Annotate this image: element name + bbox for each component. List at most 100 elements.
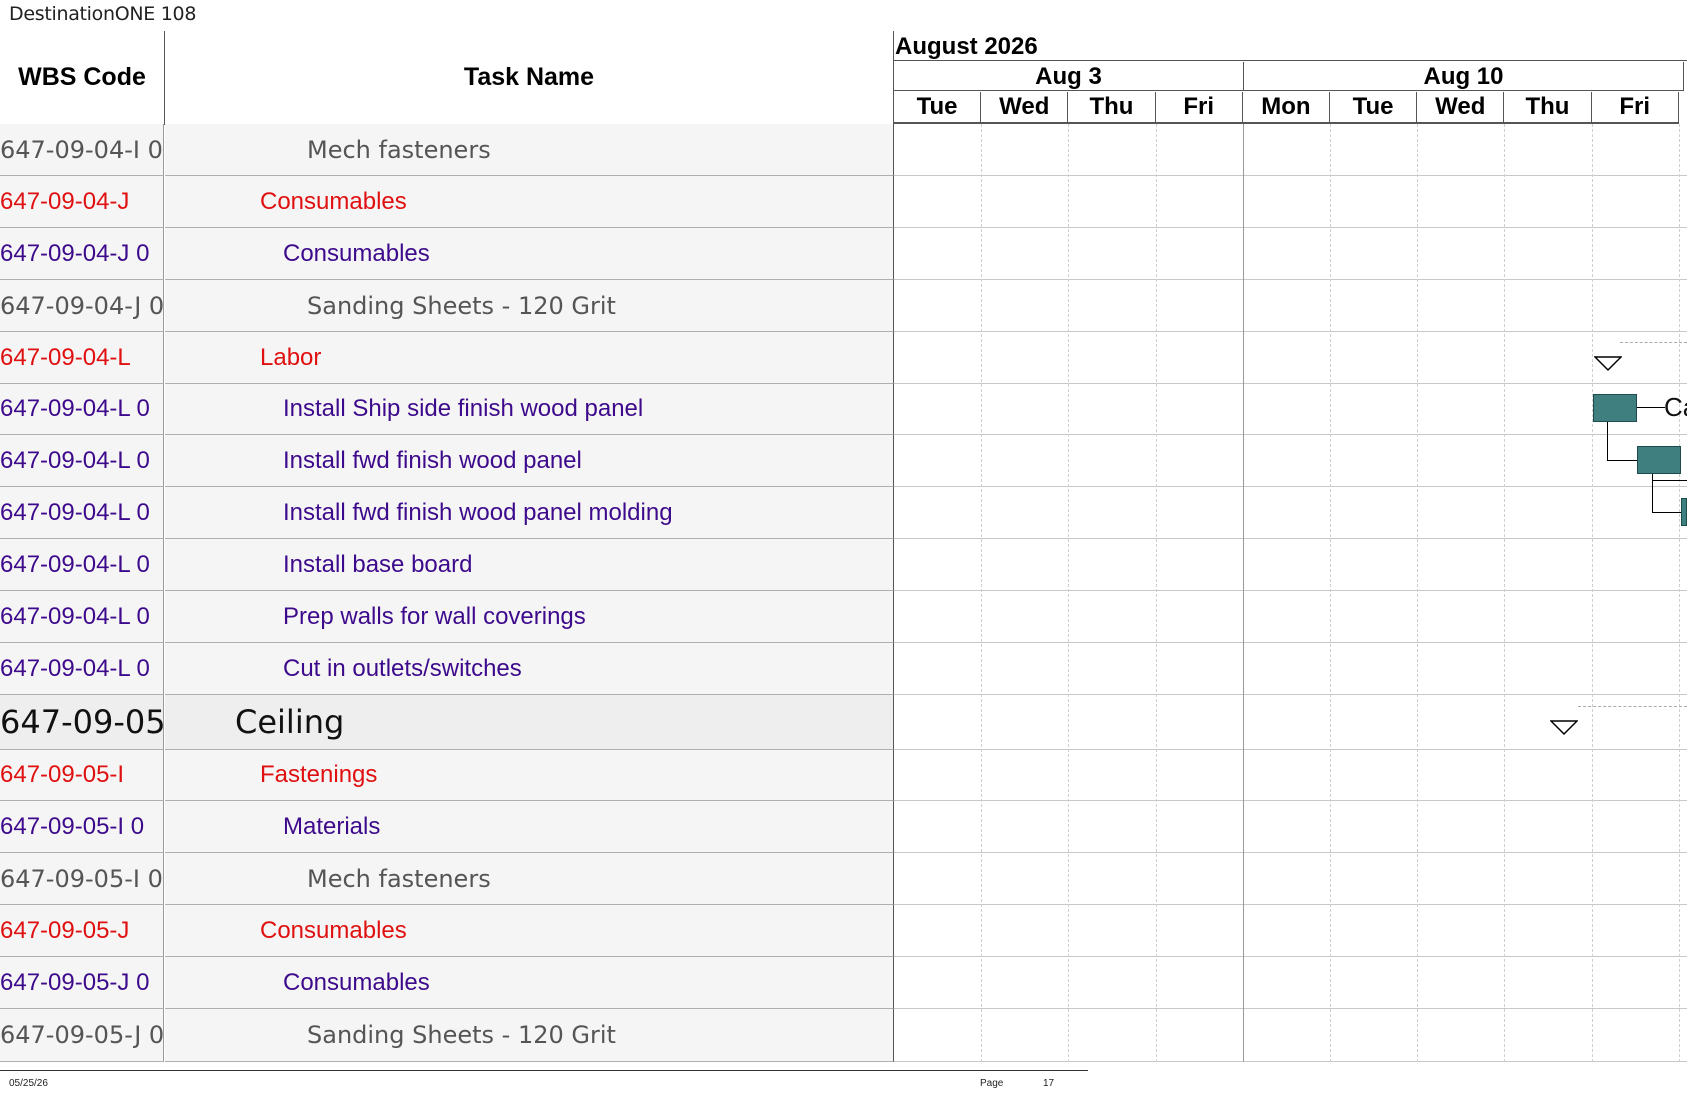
table-row[interactable]: 647-09-04-L 0 Install base board bbox=[0, 539, 1687, 591]
timescale-day-1: Tue bbox=[894, 92, 982, 124]
table-row[interactable]: 647-09-05 Ceiling bbox=[0, 695, 1687, 750]
task-bar[interactable] bbox=[1637, 446, 1681, 474]
task-name-cell[interactable]: Sanding Sheets - 120 Grit bbox=[165, 280, 894, 332]
gantt-row-area[interactable] bbox=[894, 591, 1687, 643]
table-row[interactable]: 647-09-05-J Consumables bbox=[0, 905, 1687, 957]
gantt-row-area[interactable] bbox=[894, 176, 1687, 228]
task-name-cell[interactable]: Labor bbox=[165, 332, 894, 384]
gantt-row-area[interactable] bbox=[894, 1009, 1687, 1062]
task-name-cell[interactable]: Install fwd finish wood panel bbox=[165, 435, 894, 487]
wbs-code-cell[interactable]: 647-09-05-I 01 bbox=[0, 853, 164, 905]
task-name-cell[interactable]: Install Ship side finish wood panel bbox=[165, 384, 894, 435]
column-header-task-label: Task Name bbox=[463, 63, 595, 91]
task-name-cell[interactable]: Consumables bbox=[165, 905, 894, 957]
gantt-row-area[interactable] bbox=[894, 905, 1687, 957]
gantt-row-area[interactable] bbox=[894, 435, 1687, 487]
document-title: DestinationONE 108 bbox=[9, 3, 197, 25]
footer-page-number: 17 bbox=[1043, 1078, 1055, 1089]
task-name-cell[interactable]: Consumables bbox=[165, 176, 894, 228]
wbs-code-cell[interactable]: 647-09-04-L 0 bbox=[0, 487, 164, 539]
table-row[interactable]: 647-09-04-L 0 Install fwd finish wood pan… bbox=[0, 435, 1687, 487]
grid-line bbox=[1417, 124, 1419, 1062]
task-name-cell[interactable]: Cut in outlets/switches bbox=[165, 643, 894, 695]
wbs-code-cell[interactable]: 647-09-05-I 0 bbox=[0, 801, 164, 853]
summary-marker-icon[interactable] bbox=[1550, 720, 1578, 736]
gantt-row-area[interactable] bbox=[894, 332, 1687, 384]
wbs-code-cell[interactable]: 647-09-04-L 0 bbox=[0, 539, 164, 591]
table-row[interactable]: 647-09-04-L 0 Prep walls for wall coverin… bbox=[0, 591, 1687, 643]
table-row[interactable]: 647-09-04-L 0 Install Ship side finish wo… bbox=[0, 384, 1687, 435]
gantt-row-area[interactable] bbox=[894, 643, 1687, 695]
task-bar-label: Ca bbox=[1664, 392, 1687, 422]
table-row[interactable]: 647-09-04-L Labor bbox=[0, 332, 1687, 384]
column-header-wbs[interactable]: WBS Code bbox=[0, 31, 165, 125]
timescale-day-3: Thu bbox=[1068, 92, 1156, 124]
column-header-wbs-label: WBS Code bbox=[18, 63, 146, 91]
wbs-code-cell[interactable]: 647-09-04-I 01 bbox=[0, 124, 164, 176]
task-name-cell[interactable]: Mech fasteners bbox=[165, 124, 894, 176]
gantt-row-area[interactable] bbox=[894, 539, 1687, 591]
wbs-code-cell[interactable]: 647-09-05 bbox=[0, 695, 164, 750]
wbs-code-cell[interactable]: 647-09-05-I bbox=[0, 750, 164, 801]
wbs-code-cell[interactable]: 647-09-04-L bbox=[0, 332, 164, 384]
footer-page-label: Page bbox=[980, 1078, 1004, 1089]
wbs-code-cell[interactable]: 647-09-05-J bbox=[0, 905, 164, 957]
wbs-code-cell[interactable]: 647-09-04-L 0 bbox=[0, 384, 164, 435]
task-name-cell[interactable]: Mech fasteners bbox=[165, 853, 894, 905]
wbs-code-cell[interactable]: 647-09-04-L 0 bbox=[0, 591, 164, 643]
table-row[interactable]: 647-09-04-J 0 Consumables bbox=[0, 228, 1687, 280]
gantt-row-area[interactable] bbox=[894, 124, 1687, 176]
link-line bbox=[1607, 422, 1638, 461]
table-row[interactable]: 647-09-05-I 0 Materials bbox=[0, 801, 1687, 853]
wbs-code-cell[interactable]: 647-09-04-L 0 bbox=[0, 435, 164, 487]
timescale-day-7: Wed bbox=[1417, 92, 1505, 124]
wbs-code-cell[interactable]: 647-09-04-J 01 bbox=[0, 280, 164, 332]
wbs-code-cell[interactable]: 647-09-04-J 0 bbox=[0, 228, 164, 280]
gantt-row-area[interactable] bbox=[894, 280, 1687, 332]
task-name-cell[interactable]: Sanding Sheets - 120 Grit bbox=[165, 1009, 894, 1062]
grid-line bbox=[1504, 124, 1506, 1062]
grid-line bbox=[1591, 124, 1593, 1062]
gantt-row-area[interactable] bbox=[894, 853, 1687, 905]
task-name-cell[interactable]: Install fwd finish wood panel molding bbox=[165, 487, 894, 539]
wbs-code-cell[interactable]: 647-09-05-J 0 bbox=[0, 957, 164, 1009]
gantt-row-area[interactable] bbox=[894, 228, 1687, 280]
gantt-row-area[interactable] bbox=[894, 384, 1687, 435]
table-row[interactable]: 647-09-05-I 01 Mech fasteners bbox=[0, 853, 1687, 905]
task-bar[interactable] bbox=[1593, 394, 1637, 422]
task-name-cell[interactable]: Materials bbox=[165, 801, 894, 853]
table-row[interactable]: 647-09-04-J Consumables bbox=[0, 176, 1687, 228]
table-row[interactable]: 647-09-05-I Fastenings bbox=[0, 750, 1687, 801]
timescale-day-6: Tue bbox=[1330, 92, 1418, 124]
table-row[interactable]: 647-09-04-L 0 Install fwd finish wood pan… bbox=[0, 487, 1687, 539]
task-name-cell[interactable]: Consumables bbox=[165, 957, 894, 1009]
table-row[interactable]: 647-09-04-J 01 Sanding Sheets - 120 Grit bbox=[0, 280, 1687, 332]
wbs-code-cell[interactable]: 647-09-04-J bbox=[0, 176, 164, 228]
summary-marker-icon[interactable] bbox=[1594, 356, 1622, 372]
summary-dash-line bbox=[1578, 706, 1687, 707]
timescale-day-4: Fri bbox=[1155, 92, 1243, 124]
column-header-task[interactable]: Task Name bbox=[165, 31, 894, 125]
gantt-row-area[interactable] bbox=[894, 801, 1687, 853]
link-line bbox=[1652, 480, 1687, 481]
wbs-code-cell[interactable]: 647-09-04-L 0 bbox=[0, 643, 164, 695]
gantt-row-area[interactable] bbox=[894, 487, 1687, 539]
wbs-code-cell[interactable]: 647-09-05-J 01 bbox=[0, 1009, 164, 1062]
table-row[interactable]: 647-09-04-I 01 Mech fasteners bbox=[0, 124, 1687, 176]
task-name-cell[interactable]: Consumables bbox=[165, 228, 894, 280]
table-row[interactable]: 647-09-05-J 01 Sanding Sheets - 120 Grit bbox=[0, 1009, 1687, 1062]
task-name-cell[interactable]: Fastenings bbox=[165, 750, 894, 801]
footer-rule bbox=[0, 1070, 1088, 1071]
task-bar[interactable] bbox=[1681, 498, 1687, 526]
timescale-day-2: Wed bbox=[981, 92, 1069, 124]
task-name-cell[interactable]: Ceiling bbox=[165, 695, 894, 750]
summary-dash-line bbox=[1620, 342, 1687, 343]
table-row[interactable]: 647-09-05-J 0 Consumables bbox=[0, 957, 1687, 1009]
table-row[interactable]: 647-09-04-L 0 Cut in outlets/switches bbox=[0, 643, 1687, 695]
task-name-cell[interactable]: Install base board bbox=[165, 539, 894, 591]
grid-line bbox=[981, 124, 983, 1062]
gantt-row-area[interactable] bbox=[894, 957, 1687, 1009]
task-name-cell[interactable]: Prep walls for wall coverings bbox=[165, 591, 894, 643]
footer-date: 05/25/26 bbox=[9, 1078, 48, 1089]
gantt-row-area[interactable] bbox=[894, 750, 1687, 801]
